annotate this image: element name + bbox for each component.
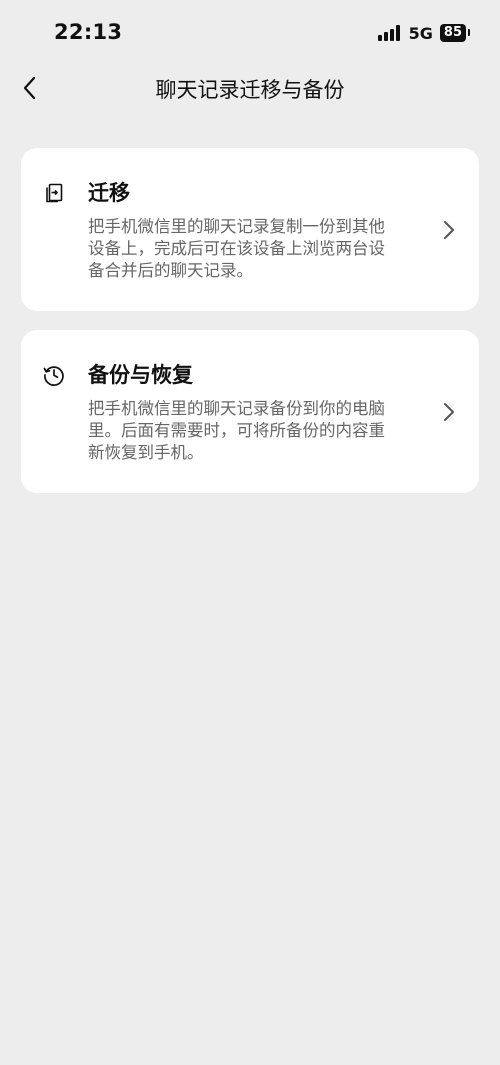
migrate-icon <box>41 180 67 206</box>
status-indicators: 5G 85 <box>377 22 471 44</box>
battery-icon: 85 <box>439 24 471 42</box>
backup-restore-option-card[interactable]: 备份与恢复 把手机微信里的聊天记录备份到你的电脑里。后面有需要时，可将所备份的内… <box>21 330 479 493</box>
backup-restore-title: 备份与恢复 <box>88 363 193 387</box>
chevron-right-icon <box>439 218 459 242</box>
status-bar: 22:13 5G 85 <box>0 0 500 62</box>
page-title: 聊天记录迁移与备份 <box>155 78 345 102</box>
backup-restore-description: 把手机微信里的聊天记录备份到你的电脑里。后面有需要时，可将所备份的内容重新恢复到… <box>88 399 385 462</box>
network-label: 5G <box>408 23 433 43</box>
signal-icon <box>377 25 400 41</box>
migrate-description: 把手机微信里的聊天记录复制一份到其他设备上，完成后可在该设备上浏览两台设备合并后… <box>88 217 385 280</box>
chevron-right-icon <box>439 400 459 424</box>
nav-bar: 聊天记录迁移与备份 <box>0 62 500 116</box>
status-time: 22:13 <box>54 20 123 44</box>
migrate-title: 迁移 <box>88 181 130 205</box>
migrate-option-card[interactable]: 迁移 把手机微信里的聊天记录复制一份到其他设备上，完成后可在该设备上浏览两台设备… <box>21 148 479 311</box>
history-icon <box>41 362 67 388</box>
